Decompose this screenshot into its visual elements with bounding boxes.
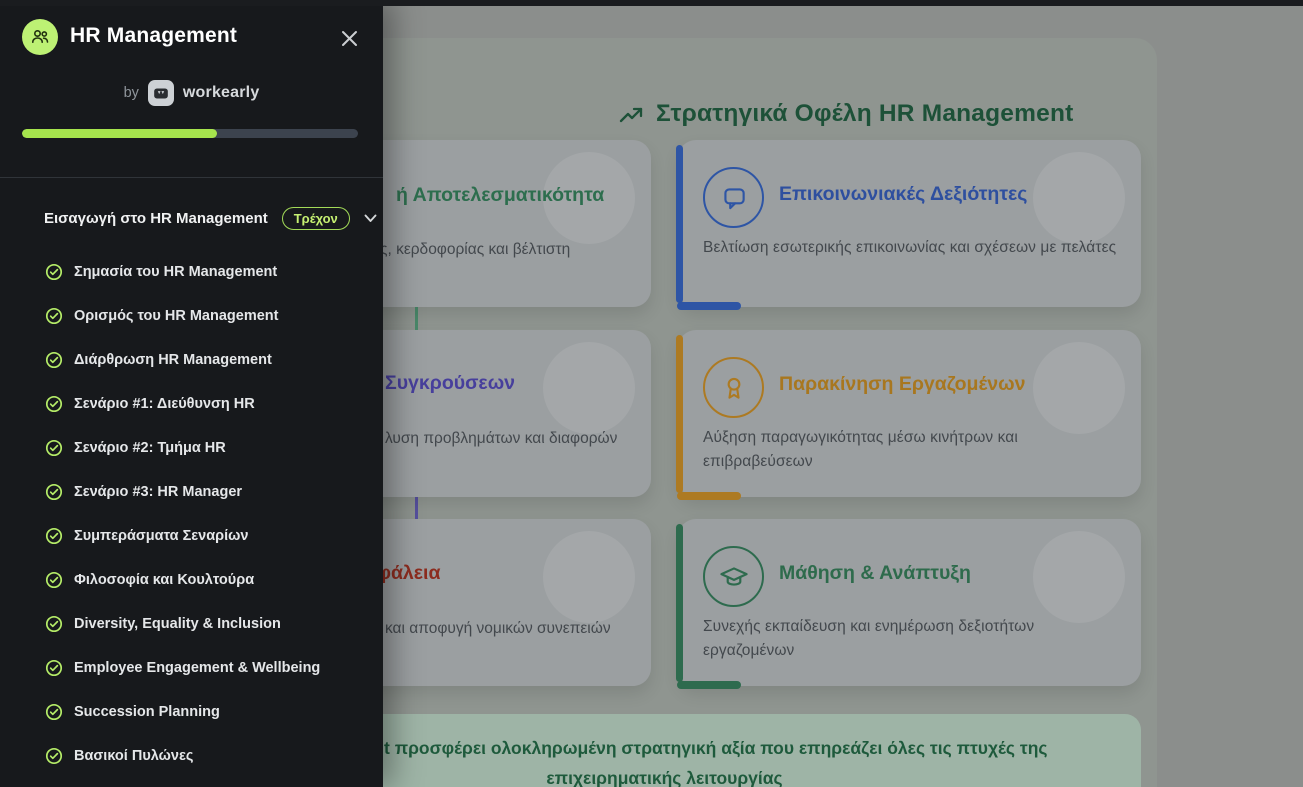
lesson-label: Σενάριο #3: HR Manager [74, 484, 242, 500]
decorative-circle [543, 342, 635, 434]
lesson-label: Employee Engagement & Wellbeing [74, 660, 320, 676]
decorative-circle [1033, 152, 1125, 244]
lesson-label: Diversity, Equality & Inclusion [74, 616, 281, 632]
check-circle-icon [45, 439, 63, 457]
lesson-item[interactable]: Employee Engagement & Wellbeing [0, 646, 383, 690]
card-description: Βελτίωση εσωτερικής επικοινωνίας και σχέ… [703, 239, 1116, 257]
award-icon [703, 357, 764, 418]
card-title: Συγκρούσεων [385, 372, 515, 395]
workearly-logo-icon [148, 80, 174, 106]
lesson-label: Φιλοσοφία και Κουλτούρα [74, 572, 254, 588]
lesson-list: Σημασία του HR Management Ορισμός του HR… [0, 250, 383, 778]
card-title: Μάθηση & Ανάπτυξη [779, 562, 971, 585]
lesson-item[interactable]: Διάρθρωση HR Management [0, 338, 383, 382]
lesson-label: Σημασία του HR Management [74, 264, 277, 280]
card-description: Συνεχής εκπαίδευση και ενημέρωση δεξιοτή… [703, 618, 1034, 636]
card-accent-border [677, 302, 741, 310]
speech-bubble-icon [703, 167, 764, 228]
lesson-item[interactable]: Φιλοσοφία και Κουλτούρα [0, 558, 383, 602]
users-icon [22, 19, 58, 55]
screen: Στρατηγικά Οφέλη HR Management ή Αποτελε… [0, 0, 1303, 787]
check-circle-icon [45, 307, 63, 325]
lesson-item[interactable]: Σενάριο #1: Διεύθυνση HR [0, 382, 383, 426]
card-accent-border [677, 492, 741, 500]
chevron-down-icon[interactable] [364, 214, 377, 223]
card-title: Παρακίνηση Εργαζομένων [779, 373, 1025, 396]
check-circle-icon [45, 351, 63, 369]
card-description: ς, κερδοφορίας και βέλτιστη [380, 241, 570, 259]
lesson-item[interactable]: Βασικοί Πυλώνες [0, 734, 383, 778]
lesson-item[interactable]: Diversity, Equality & Inclusion [0, 602, 383, 646]
lesson-label: Διάρθρωση HR Management [74, 352, 272, 368]
page-title: Στρατηγικά Οφέλη HR Management [656, 100, 1073, 128]
banner-text-line1: t προσφέρει ολοκληρωμένη στρατηγική αξία… [384, 738, 1048, 759]
decorative-circle [1033, 531, 1125, 623]
card-description: λυση προβλημάτων και διαφορών [385, 430, 617, 448]
lesson-item[interactable]: Succession Planning [0, 690, 383, 734]
lesson-label: Συμπεράσματα Σεναρίων [74, 528, 248, 544]
lesson-item[interactable]: Σενάριο #3: HR Manager [0, 470, 383, 514]
benefit-card-motivation: Παρακίνηση Εργαζομένων Αύξηση παραγωγικό… [678, 330, 1141, 497]
card-title: Επικοινωνιακές Δεξιότητες [779, 183, 1027, 206]
card-title: φάλεια [377, 562, 440, 585]
course-title: HR Management [70, 24, 237, 48]
check-circle-icon [45, 527, 63, 545]
check-circle-icon [45, 615, 63, 633]
current-status-badge: Τρέχον [282, 207, 350, 230]
trending-up-icon [619, 104, 643, 128]
lesson-item[interactable]: Σενάριο #2: Τμήμα HR [0, 426, 383, 470]
lesson-label: Succession Planning [74, 704, 220, 720]
card-title: ή Αποτελεσματικότητα [396, 184, 604, 207]
byline: by workearly [0, 79, 383, 107]
check-circle-icon [45, 395, 63, 413]
brand-name: workearly [183, 84, 260, 102]
decorative-circle [1033, 342, 1125, 434]
benefit-card-learning: Μάθηση & Ανάπτυξη Συνεχής εκπαίδευση και… [678, 519, 1141, 686]
benefit-card-communication: Επικοινωνιακές Δεξιότητες Βελτίωση εσωτε… [678, 140, 1141, 307]
lesson-item[interactable]: Σημασία του HR Management [0, 250, 383, 294]
card-accent-border [677, 681, 741, 689]
card-description: επιβραβεύσεων [703, 453, 813, 471]
card-description: εργαζομένων [703, 642, 794, 660]
lesson-label: Σενάριο #1: Διεύθυνση HR [74, 396, 255, 412]
decorative-circle [543, 531, 635, 623]
by-label: by [124, 85, 139, 101]
lesson-label: Σενάριο #2: Τμήμα HR [74, 440, 226, 456]
check-circle-icon [45, 571, 63, 589]
check-circle-icon [45, 483, 63, 501]
card-accent-border [676, 524, 683, 682]
card-description: και αποφυγή νομικών συνεπειών [385, 620, 611, 638]
lesson-item[interactable]: Ορισμός του HR Management [0, 294, 383, 338]
section-title: Εισαγωγή στο HR Management [44, 210, 268, 227]
check-circle-icon [45, 747, 63, 765]
check-circle-icon [45, 703, 63, 721]
lesson-label: Ορισμός του HR Management [74, 308, 279, 324]
check-circle-icon [45, 659, 63, 677]
divider [0, 177, 383, 178]
close-icon[interactable] [336, 25, 362, 51]
window-top-strip [0, 0, 1303, 6]
card-accent-border [676, 335, 683, 493]
course-drawer: HR Management by workearly Εισαγωγή στο … [0, 0, 383, 787]
course-progress-fill [22, 129, 217, 138]
graduation-cap-icon [703, 546, 764, 607]
course-progress-bar [22, 129, 358, 138]
check-circle-icon [45, 263, 63, 281]
section-header[interactable]: Εισαγωγή στο HR Management Τρέχον [44, 205, 377, 231]
lesson-label: Βασικοί Πυλώνες [74, 748, 193, 764]
card-accent-border [676, 145, 683, 303]
card-description: Αύξηση παραγωγικότητας μέσω κινήτρων και [703, 429, 1018, 447]
lesson-item[interactable]: Συμπεράσματα Σεναρίων [0, 514, 383, 558]
